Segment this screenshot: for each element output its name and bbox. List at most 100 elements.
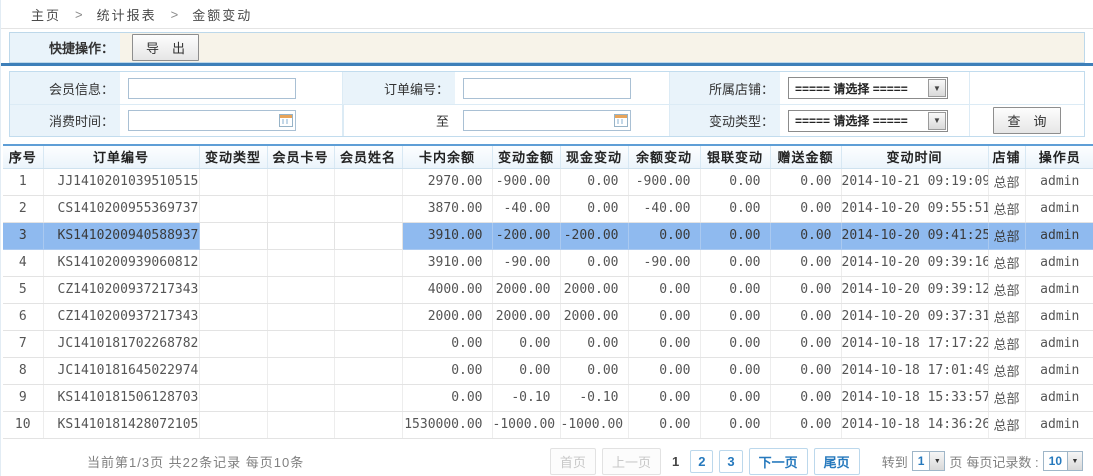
cell: admin <box>1025 330 1093 357</box>
records-table: 序号订单编号变动类型会员卡号会员姓名卡内余额变动金额现金变动余额变动银联变动赠送… <box>3 144 1093 439</box>
cell: 0.00 <box>402 330 492 357</box>
cell: -0.10 <box>492 384 560 411</box>
quick-ops-bar: 快捷操作： 导 出 <box>9 32 1085 63</box>
cell <box>267 330 334 357</box>
cell: admin <box>1025 384 1093 411</box>
cell <box>334 330 402 357</box>
cell: 0.00 <box>700 195 770 222</box>
change-type-select[interactable]: ===== 请选择 ===== ▼ <box>788 110 948 132</box>
member-info-input[interactable] <box>128 78 296 99</box>
cell: 0.00 <box>560 357 628 384</box>
breadcrumb-reports[interactable]: 统计报表 <box>97 5 157 24</box>
table-row[interactable]: 4KS14102009390608123910.00-90.000.00-90.… <box>3 249 1093 276</box>
change-type-select-value: ===== 请选择 ===== <box>795 112 908 129</box>
cell: 1 <box>3 168 43 195</box>
table-row[interactable]: 3KS14102009405889373910.00-200.00-200.00… <box>3 222 1093 249</box>
change-type-label: 变动类型： <box>670 104 780 136</box>
order-no-input[interactable] <box>463 78 631 99</box>
chevron-down-icon[interactable]: ▼ <box>929 452 944 470</box>
quick-ops-label: 快捷操作： <box>10 33 120 62</box>
column-header: 余额变动 <box>628 145 700 168</box>
time-to-input[interactable] <box>463 110 631 131</box>
chevron-down-icon[interactable]: ▼ <box>1067 452 1082 470</box>
cell: KS1410200940588937 <box>43 222 199 249</box>
cell: -0.10 <box>560 384 628 411</box>
calendar-icon[interactable] <box>279 114 293 127</box>
page-size-select[interactable]: 10 ▼ <box>1043 451 1083 471</box>
cell: 4000.00 <box>402 276 492 303</box>
cell: 2000.00 <box>492 303 560 330</box>
table-row[interactable]: 9KS14101815061287030.00-0.10-0.100.000.0… <box>3 384 1093 411</box>
cell: JC1410181702268782 <box>43 330 199 357</box>
cell: 3910.00 <box>402 222 492 249</box>
cell: 0.00 <box>770 411 841 438</box>
table-row[interactable]: 6CZ14102009372173432000.002000.002000.00… <box>3 303 1093 330</box>
cell: 总部 <box>988 249 1025 276</box>
cell: 总部 <box>988 411 1025 438</box>
table-row[interactable]: 7JC14101817022687820.000.000.000.000.000… <box>3 330 1093 357</box>
time-from-input[interactable] <box>128 110 296 131</box>
cell: 0.00 <box>628 384 700 411</box>
table-row[interactable]: 8JC14101816450229740.000.000.000.000.000… <box>3 357 1093 384</box>
cell: KS1410200939060812 <box>43 249 199 276</box>
cell: 0.00 <box>700 222 770 249</box>
cell: 0.00 <box>492 357 560 384</box>
cell: admin <box>1025 168 1093 195</box>
page-number-current: 1 <box>667 451 684 472</box>
calendar-icon[interactable] <box>614 114 628 127</box>
cell: 3 <box>3 222 43 249</box>
cell: 0.00 <box>700 249 770 276</box>
chevron-down-icon[interactable]: ▼ <box>928 79 946 97</box>
column-header: 会员姓名 <box>334 145 402 168</box>
table-row[interactable]: 10KS14101814280721051530000.00-1000.00-1… <box>3 411 1093 438</box>
cell: 10 <box>3 411 43 438</box>
cell <box>199 276 267 303</box>
last-page-button[interactable]: 尾页 <box>814 448 860 475</box>
breadcrumb-home[interactable]: 主页 <box>31 5 61 24</box>
cell: 2014-10-20 09:39:12 <box>841 276 988 303</box>
page-number-2[interactable]: 2 <box>690 450 713 473</box>
table-row[interactable]: 2CS14102009553697373870.00-40.000.00-40.… <box>3 195 1093 222</box>
cell: KS1410181428072105 <box>43 411 199 438</box>
cell: 总部 <box>988 195 1025 222</box>
cell <box>199 195 267 222</box>
cell: 2014-10-21 09:19:09 <box>841 168 988 195</box>
cell <box>334 222 402 249</box>
cell <box>334 384 402 411</box>
cell: 0.00 <box>560 195 628 222</box>
cell: 0.00 <box>770 222 841 249</box>
cell: JJ1410201039510515 <box>43 168 199 195</box>
page-number-3[interactable]: 3 <box>719 450 742 473</box>
cell <box>267 249 334 276</box>
cell <box>199 357 267 384</box>
column-header: 店铺 <box>988 145 1025 168</box>
cell <box>267 411 334 438</box>
store-select[interactable]: ===== 请选择 ===== ▼ <box>788 77 948 99</box>
cell: -1000.00 <box>492 411 560 438</box>
table-row[interactable]: 5CZ14102009372173434000.002000.002000.00… <box>3 276 1093 303</box>
search-button[interactable]: 查 询 <box>993 107 1060 134</box>
breadcrumb-current: 金额变动 <box>192 5 252 24</box>
cell: 0.00 <box>402 357 492 384</box>
cell: -90.00 <box>492 249 560 276</box>
cell: -200.00 <box>492 222 560 249</box>
goto-page-select[interactable]: 1 ▼ <box>912 451 946 471</box>
chevron-down-icon[interactable]: ▼ <box>928 112 946 130</box>
table-row[interactable]: 1JJ14102010395105152970.00-900.000.00-90… <box>3 168 1093 195</box>
next-page-button[interactable]: 下一页 <box>749 448 808 475</box>
cell: 总部 <box>988 357 1025 384</box>
cell: 0.00 <box>700 357 770 384</box>
column-header: 银联变动 <box>700 145 770 168</box>
column-header: 变动时间 <box>841 145 988 168</box>
export-button[interactable]: 导 出 <box>132 34 199 61</box>
cell: 2000.00 <box>560 303 628 330</box>
cell: CZ1410200937217343 <box>43 276 199 303</box>
column-header: 赠送金额 <box>770 145 841 168</box>
cell: admin <box>1025 249 1093 276</box>
cell: 0.00 <box>628 411 700 438</box>
cell: 0.00 <box>770 384 841 411</box>
cell: 0.00 <box>770 303 841 330</box>
cell: 总部 <box>988 276 1025 303</box>
cell: 5 <box>3 276 43 303</box>
cell <box>267 303 334 330</box>
